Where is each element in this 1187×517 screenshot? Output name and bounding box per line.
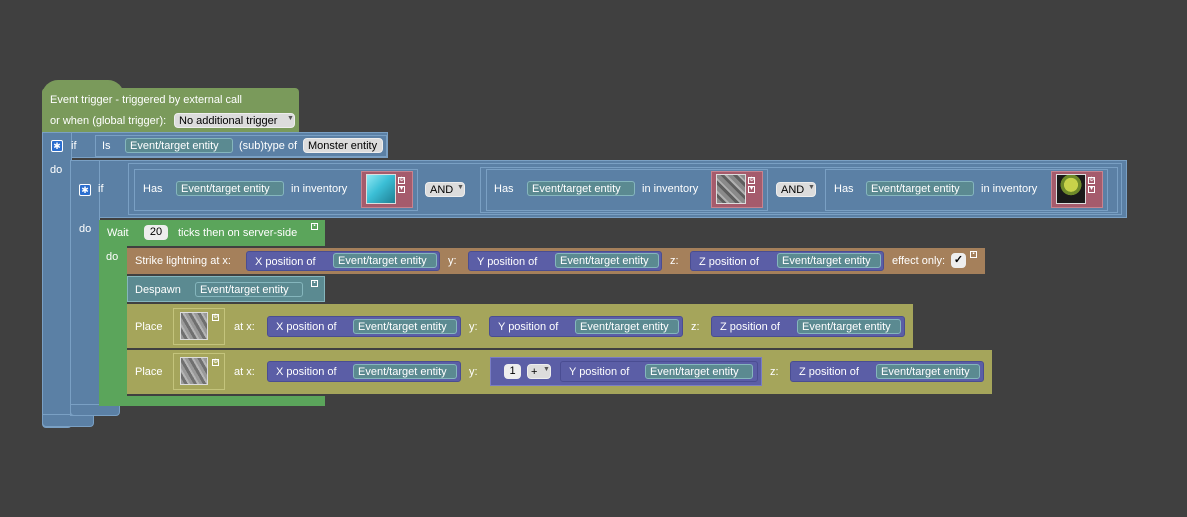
strike-label: Strike lightning at x:	[135, 255, 231, 267]
outer-do-label: do	[50, 164, 63, 176]
is-label: Is	[102, 140, 111, 152]
z-label-2: z:	[770, 366, 779, 378]
at-x-label-2: at x:	[234, 366, 255, 378]
has-label-1: Has	[143, 183, 163, 195]
effect-only-checkbox[interactable]: ✓	[951, 253, 966, 268]
entity-field-1[interactable]: Event/target entity	[176, 181, 284, 196]
global-trigger-value: No additional trigger	[179, 115, 278, 127]
y-label-1: y:	[469, 321, 478, 333]
place-label-1: Place	[135, 321, 163, 333]
entity-field[interactable]: Event/target entity	[777, 253, 881, 268]
has-label-2: Has	[494, 183, 514, 195]
stone-block-icon[interactable]	[180, 312, 208, 340]
inner-if-gear-icon[interactable]: ✱	[79, 184, 91, 196]
sapling-icon[interactable]	[1056, 174, 1086, 204]
y-label: y:	[448, 255, 457, 267]
entity-field[interactable]: Event/target entity	[353, 364, 457, 379]
entity-field-2[interactable]: Event/target entity	[527, 181, 635, 196]
x-position-label: X position of	[276, 366, 337, 378]
inventory-label-1: in inventory	[291, 183, 348, 195]
has-label-3: Has	[834, 183, 854, 195]
item-toggle-icon[interactable]: ▾	[1088, 186, 1095, 193]
entity-type-value: Monster entity	[308, 140, 378, 152]
y-label-2: y:	[469, 366, 478, 378]
item-toggle-icon[interactable]: ▾	[748, 186, 755, 193]
wait-label: Wait	[107, 227, 129, 239]
operator-dropdown[interactable]: + ▼	[527, 364, 551, 379]
item-settings-icon[interactable]: ⚙	[212, 359, 219, 366]
entity-field-3[interactable]: Event/target entity	[866, 181, 974, 196]
outer-if-gear-icon[interactable]: ✱	[51, 140, 63, 152]
entity-type-dropdown[interactable]: Monster entity	[303, 138, 383, 153]
z-label: z:	[670, 255, 679, 267]
entity-field[interactable]: Event/target entity	[125, 138, 233, 153]
item-toggle-icon[interactable]: ▾	[398, 186, 405, 193]
outer-if-label: if	[71, 140, 77, 152]
ticks-label: ticks then on server-side	[178, 227, 298, 239]
wait-bottom	[99, 396, 325, 406]
z-position-label: Z position of	[699, 256, 759, 268]
subtype-label: (sub)type of	[239, 140, 298, 152]
collapse-icon[interactable]: ▪	[970, 251, 977, 258]
number-input[interactable]: 1	[504, 364, 521, 379]
despawn-label: Despawn	[135, 284, 181, 296]
entity-field[interactable]: Event/target entity	[353, 319, 457, 334]
z-label-1: z:	[691, 321, 700, 333]
z-position-label: Z position of	[720, 321, 780, 333]
effect-only-label: effect only:	[892, 255, 945, 267]
entity-field[interactable]: Event/target entity	[555, 253, 659, 268]
item-settings-icon[interactable]: ⚙	[212, 314, 219, 321]
wait-do-label: do	[106, 251, 119, 263]
and-label-2: AND	[781, 184, 805, 196]
and-dropdown-1[interactable]: AND ▼	[425, 182, 465, 197]
y-position-label: Y position of	[569, 366, 630, 378]
inventory-label-2: in inventory	[642, 183, 699, 195]
stone-ore-block-icon[interactable]	[716, 174, 746, 204]
entity-field[interactable]: Event/target entity	[645, 364, 753, 379]
stone-block-icon[interactable]	[180, 357, 208, 385]
at-x-label-1: at x:	[234, 321, 255, 333]
dropdown-arrow-icon: ▼	[543, 366, 550, 373]
diamond-block-icon[interactable]	[366, 174, 396, 204]
inner-do-label: do	[79, 223, 92, 235]
entity-field[interactable]: Event/target entity	[575, 319, 679, 334]
item-settings-icon[interactable]: ⚙	[748, 177, 755, 184]
entity-field[interactable]: Event/target entity	[195, 282, 303, 297]
collapse-icon[interactable]: ▪	[311, 223, 318, 230]
dropdown-arrow-icon: ▼	[457, 184, 464, 191]
event-trigger-title: Event trigger - triggered by external ca…	[50, 94, 242, 106]
inventory-label-3: in inventory	[981, 183, 1038, 195]
and-dropdown-2[interactable]: AND ▼	[776, 182, 816, 197]
dropdown-arrow-icon: ▼	[808, 184, 815, 191]
y-position-label: Y position of	[477, 256, 538, 268]
z-position-label: Z position of	[799, 366, 859, 378]
inner-if-label: if	[98, 183, 104, 195]
x-position-label: X position of	[255, 256, 316, 268]
entity-field[interactable]: Event/target entity	[797, 319, 901, 334]
entity-field[interactable]: Event/target entity	[876, 364, 980, 379]
collapse-icon[interactable]: ▪	[311, 280, 318, 287]
y-position-label: Y position of	[498, 321, 559, 333]
item-settings-icon[interactable]: ⚙	[1088, 177, 1095, 184]
place-label-2: Place	[135, 366, 163, 378]
global-trigger-label: or when (global trigger):	[50, 115, 167, 127]
inner-if-left-rail	[70, 160, 100, 416]
global-trigger-dropdown[interactable]: No additional trigger ▼	[174, 113, 295, 128]
ticks-input[interactable]: 20	[144, 225, 168, 240]
operator-label: +	[531, 366, 538, 378]
and-label-1: AND	[430, 184, 454, 196]
entity-field[interactable]: Event/target entity	[333, 253, 437, 268]
dropdown-arrow-icon: ▼	[287, 115, 294, 122]
item-settings-icon[interactable]: ⚙	[398, 177, 405, 184]
wait-left-rail	[99, 220, 127, 406]
x-position-label: X position of	[276, 321, 337, 333]
